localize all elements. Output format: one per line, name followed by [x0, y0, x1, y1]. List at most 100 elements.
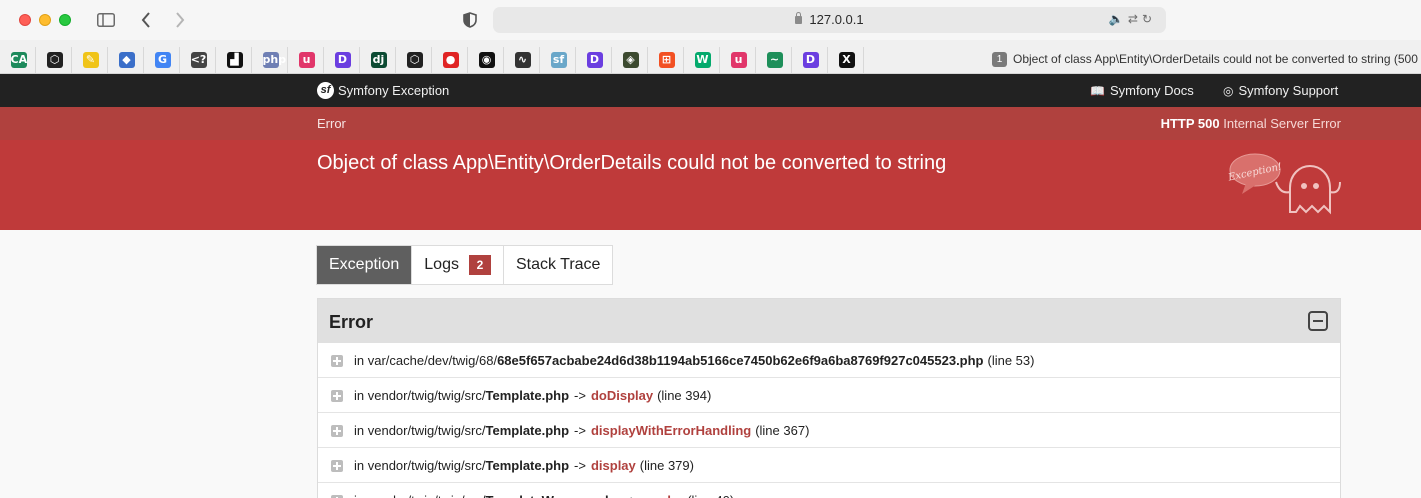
- django-icon: dj: [370, 52, 387, 68]
- shield-icon: ◈: [622, 52, 639, 68]
- trace-file[interactable]: Template.php: [486, 458, 570, 473]
- trace-line[interactable]: in var/cache/dev/twig/68/68e5f657acbabe2…: [318, 343, 1340, 378]
- bookmark-dotenv[interactable]: D: [794, 47, 828, 73]
- dotenv-icon: D: [334, 52, 351, 68]
- bookmark-google-translate[interactable]: G: [146, 47, 180, 73]
- expand-icon[interactable]: [331, 390, 343, 402]
- microsoft-icon: ⊞: [658, 52, 675, 68]
- trace-line-text: in vendor/twig/twig/src/TemplateWrapper.…: [354, 493, 734, 498]
- http-status-code: HTTP 500: [1160, 116, 1220, 131]
- trace-file[interactable]: Template.php: [486, 423, 570, 438]
- credit-agricole-icon: CA: [10, 52, 28, 68]
- symfony-docs-link[interactable]: 📖 Symfony Docs: [1090, 83, 1194, 98]
- x-icon: X: [838, 52, 855, 68]
- bookmark-security[interactable]: ◆: [110, 47, 144, 73]
- trace-title: Error: [329, 312, 374, 332]
- log-count-badge: 2: [468, 255, 491, 275]
- bookmark-credit-agricole[interactable]: CA: [2, 47, 36, 73]
- trace-file[interactable]: TemplateWrapper.php: [486, 493, 621, 498]
- close-window-button[interactable]: [19, 14, 31, 26]
- bookmark-github[interactable]: ◉: [470, 47, 504, 73]
- expand-icon[interactable]: [331, 425, 343, 437]
- bookmark-codepen[interactable]: ⬡: [398, 47, 432, 73]
- tab-title[interactable]: 1 Object of class App\Entity\OrderDetails…: [992, 52, 1421, 67]
- trace-line[interactable]: in vendor/twig/twig/src/TemplateWrapper.…: [318, 483, 1340, 498]
- bookmark-pulse[interactable]: ∿: [506, 47, 540, 73]
- symfony-docs-label: Symfony Docs: [1109, 83, 1194, 98]
- bookmark-udemy[interactable]: u: [722, 47, 756, 73]
- symfony-support-label: Symfony Support: [1238, 83, 1339, 98]
- expand-icon[interactable]: [331, 355, 343, 367]
- collapse-icon[interactable]: [1308, 311, 1328, 331]
- trace-line[interactable]: in vendor/twig/twig/src/Template.php -> di…: [318, 448, 1340, 483]
- bookmark-record[interactable]: ●: [434, 47, 468, 73]
- bookmark-block[interactable]: ▟: [218, 47, 252, 73]
- trace-function: doDisplay: [590, 388, 654, 403]
- codepen-icon: ⬡: [46, 52, 63, 68]
- trace-line-text: in vendor/twig/twig/src/Template.php -> di…: [354, 423, 809, 438]
- signature-icon: ~: [766, 52, 783, 68]
- translate-icon[interactable]: ⇄: [1128, 12, 1142, 26]
- tab-title-text: Object of class App\Entity\OrderDetails …: [1013, 52, 1418, 66]
- trace-function: render: [643, 493, 683, 498]
- status-bar: Error HTTP 500 Internal Server Error: [0, 107, 1421, 140]
- bookmark-symfony[interactable]: sf: [542, 47, 576, 73]
- dotenv-icon: D: [802, 52, 819, 68]
- back-icon[interactable]: [136, 10, 156, 30]
- sidebar-toggle-icon[interactable]: [96, 10, 116, 30]
- trace-file[interactable]: Template.php: [486, 388, 570, 403]
- trace-line[interactable]: in vendor/twig/twig/src/Template.php -> di…: [318, 413, 1340, 448]
- symfony-icon: sf: [550, 52, 567, 68]
- tab-count-badge: 1: [992, 52, 1007, 67]
- trace-line[interactable]: in vendor/twig/twig/src/Template.php -> do…: [318, 378, 1340, 413]
- trace-line-number: (line 394): [657, 388, 712, 403]
- tab-label: Stack Trace: [515, 256, 601, 273]
- bookmark-dotenv[interactable]: D: [578, 47, 612, 73]
- tab-logs[interactable]: Logs 2: [412, 246, 504, 284]
- exception-tabs: Exception Logs 2 Stack Trace: [316, 245, 614, 285]
- exception-message: Object of class App\Entity\OrderDetails …: [317, 152, 947, 174]
- symfony-support-link[interactable]: ◎ Symfony Support: [1223, 83, 1338, 98]
- bookmark-codepen[interactable]: ⬡: [38, 47, 72, 73]
- bookmark-django[interactable]: dj: [362, 47, 396, 73]
- minimize-window-button[interactable]: [39, 14, 51, 26]
- trace-line-number: (line 379): [639, 458, 694, 473]
- google-translate-icon: G: [154, 52, 171, 68]
- bookmark-udemy[interactable]: u: [290, 47, 324, 73]
- tab-exception[interactable]: Exception: [317, 246, 413, 284]
- book-icon: 📖: [1090, 83, 1105, 98]
- audio-icon[interactable]: 🔈: [1109, 12, 1128, 26]
- php-tag-icon: <?: [190, 52, 207, 68]
- bookmark-microsoft[interactable]: ⊞: [650, 47, 684, 73]
- exception-banner: Object of class App\Entity\OrderDetails …: [0, 140, 1421, 230]
- trace-line-number: (line 53): [987, 353, 1035, 368]
- bookmark-signature[interactable]: ~: [758, 47, 792, 73]
- bookmark-dotenv[interactable]: D: [326, 47, 360, 73]
- privacy-shield-icon[interactable]: [460, 10, 480, 30]
- zoom-window-button[interactable]: [59, 14, 71, 26]
- record-icon: ●: [442, 52, 459, 68]
- forward-icon[interactable]: [170, 10, 190, 30]
- block-icon: ▟: [226, 52, 243, 68]
- reload-icon[interactable]: ↻: [1142, 12, 1156, 26]
- trace-line-number: (line 40): [687, 493, 734, 498]
- bookmark-x[interactable]: X: [830, 47, 864, 73]
- trace-line-text: in var/cache/dev/twig/68/68e5f657acbabe2…: [354, 353, 1034, 368]
- pencil-icon: ✎: [82, 52, 99, 68]
- status-label: Error: [317, 116, 346, 131]
- trace-header[interactable]: Error: [318, 299, 1340, 343]
- trace-path: in vendor/twig/twig/src/: [354, 493, 486, 498]
- call-arrow: ->: [574, 458, 586, 473]
- trace-file[interactable]: 68e5f657acbabe24d6d38b1194ab5166ce7450b6…: [497, 353, 983, 368]
- bookmark-w3schools[interactable]: W: [686, 47, 720, 73]
- address-bar[interactable]: 127.0.0.1 🔈⇄↻: [493, 7, 1166, 33]
- bookmark-pencil[interactable]: ✎: [74, 47, 108, 73]
- bookmark-php-tag[interactable]: <?: [182, 47, 216, 73]
- dotenv-icon: D: [586, 52, 603, 68]
- bookmark-shield[interactable]: ◈: [614, 47, 648, 73]
- expand-icon[interactable]: [331, 460, 343, 472]
- url-text: 127.0.0.1: [809, 12, 864, 27]
- bookmark-php[interactable]: php: [254, 47, 288, 73]
- trace-lines: in var/cache/dev/twig/68/68e5f657acbabe2…: [318, 343, 1340, 498]
- tab-stack-trace[interactable]: Stack Trace: [504, 246, 612, 284]
